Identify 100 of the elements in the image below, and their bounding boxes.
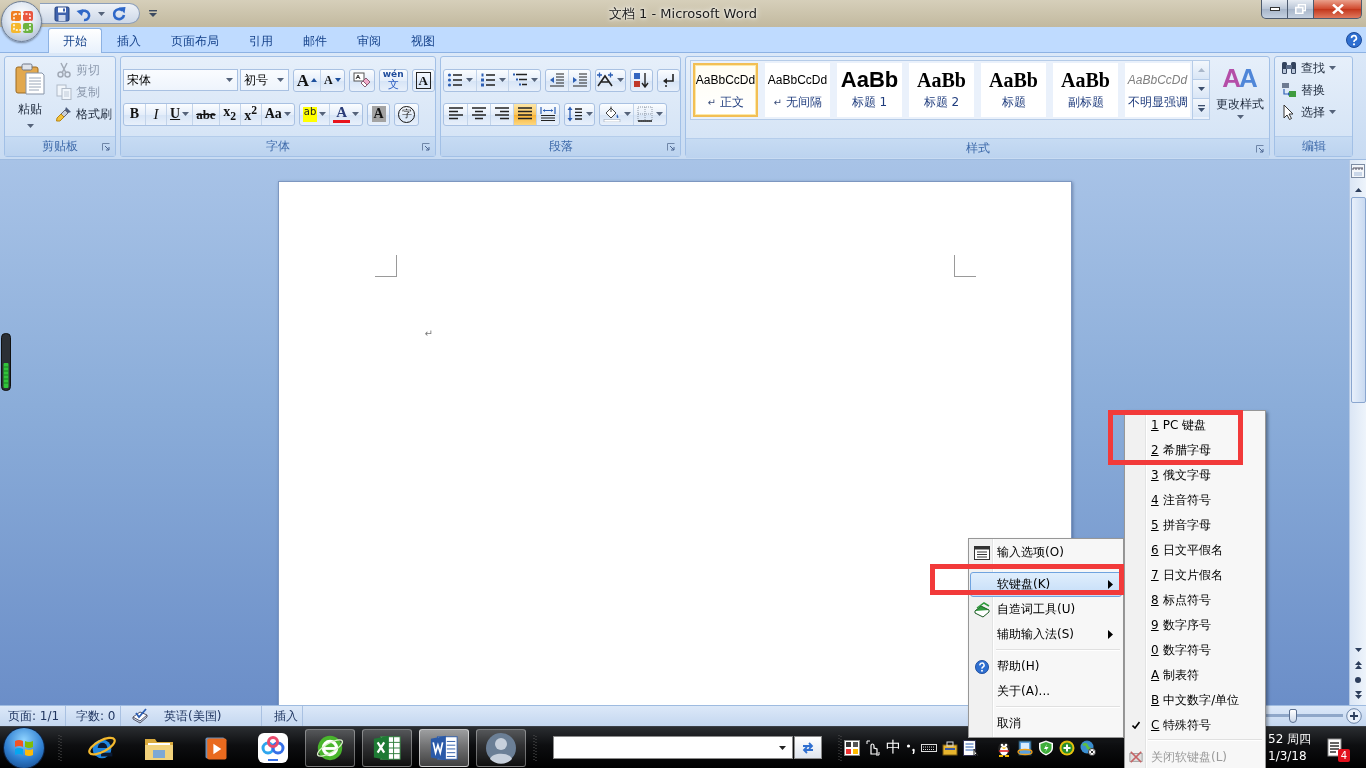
ime-mode-indicator[interactable]: 中	[886, 738, 901, 757]
ruler-toggle-icon[interactable]	[1351, 164, 1365, 178]
shrink-font-button[interactable]: A	[320, 69, 344, 91]
replace-button[interactable]: 替换	[1279, 79, 1352, 101]
menu-item[interactable]: 0 数字符号	[1126, 642, 1211, 657]
style-item[interactable]: AaBb 标题 1	[837, 63, 902, 117]
character-border-button[interactable]: A	[411, 68, 435, 92]
menu-item[interactable]: 4 注音符号	[1126, 492, 1211, 507]
borders-button[interactable]	[633, 103, 666, 125]
menu-item[interactable]: 8 标点符号	[1126, 592, 1211, 607]
menu-window-icon[interactable]	[963, 739, 979, 756]
ime-logo-icon[interactable]	[844, 739, 860, 756]
select-button[interactable]: 选择	[1279, 101, 1352, 123]
font-name-field[interactable]: 宋体	[123, 69, 238, 91]
save-icon[interactable]	[54, 5, 70, 22]
style-item[interactable]: AaBb 标题 2	[909, 63, 974, 117]
menu-item[interactable]: 2 希腊字母	[1126, 442, 1211, 457]
menu-item[interactable]: 辅助输入法(S)	[970, 622, 1122, 647]
spellcheck-book-icon[interactable]	[131, 708, 149, 724]
dialog-launcher-icon[interactable]	[422, 142, 430, 151]
dialog-launcher-icon[interactable]	[102, 142, 110, 151]
keyboard-icon[interactable]	[921, 742, 937, 753]
redo-icon[interactable]	[111, 5, 127, 22]
superscript-button[interactable]: x$^{2}$	[239, 103, 261, 125]
caret-icon[interactable]	[779, 745, 786, 750]
scroll-down-button[interactable]	[1193, 80, 1209, 99]
plus-circle-icon[interactable]	[1059, 739, 1075, 756]
change-styles-button[interactable]: AA 更改样式	[1212, 60, 1268, 138]
zoom-slider-thumb[interactable]	[1289, 709, 1297, 723]
ribbon-tab[interactable]: 引用	[234, 28, 288, 53]
dialog-launcher-icon[interactable]	[667, 142, 675, 151]
address-field[interactable]	[553, 736, 793, 759]
more-styles-button[interactable]	[1193, 99, 1209, 117]
menu-item[interactable]: 7 日文片假名	[1126, 567, 1223, 582]
subscript-button[interactable]: x$_{2}$	[218, 103, 240, 125]
show-hide-marks-button[interactable]	[657, 68, 680, 92]
menu-item[interactable]: A 制表符	[1126, 667, 1200, 682]
strikethrough-button[interactable]: abe	[192, 103, 219, 125]
highlight-button[interactable]: ab	[299, 103, 330, 125]
multilevel-list-button[interactable]	[508, 69, 540, 91]
menu-item[interactable]: 6 日文平假名	[1126, 542, 1223, 557]
customize-caret-icon[interactable]	[149, 10, 157, 17]
line-spacing-button[interactable]	[564, 102, 595, 126]
start-button[interactable]	[4, 727, 44, 768]
taskbar-button[interactable]	[475, 728, 526, 767]
clear-formatting-button[interactable]	[348, 68, 375, 92]
bold-button[interactable]: B	[124, 103, 145, 125]
menu-item[interactable]: 输入选项(O)	[970, 540, 1122, 565]
chinese-layout-button[interactable]	[595, 68, 626, 92]
help-icon[interactable]	[1346, 31, 1362, 48]
taskbar-button[interactable]	[361, 728, 412, 767]
ribbon-tab[interactable]: 页面布局	[156, 28, 234, 53]
enclose-character-button[interactable]: 字	[394, 102, 420, 126]
menu-item[interactable]: 3 俄文字母	[1126, 467, 1211, 482]
phonetic-guide-button[interactable]: wén 文	[378, 68, 408, 92]
ribbon-tab[interactable]: 视图	[396, 28, 450, 53]
dialog-launcher-icon[interactable]	[1256, 144, 1264, 153]
style-item[interactable]: AaBbCcDd ↵ 无间隔	[765, 63, 830, 117]
ribbon-tab[interactable]: 邮件	[288, 28, 342, 53]
scrollbar-thumb[interactable]	[1350, 197, 1366, 403]
shield-icon[interactable]	[1038, 739, 1054, 756]
toolbox-icon[interactable]	[942, 739, 958, 756]
action-center-icon[interactable]	[1327, 737, 1345, 758]
hand-pointer-icon[interactable]	[865, 739, 881, 756]
minimize-button[interactable]	[1261, 0, 1288, 19]
menu-item[interactable]: 自造词工具(U)	[970, 597, 1122, 622]
style-item[interactable]: AaBbCcDd 不明显强调	[1125, 63, 1190, 117]
ribbon-tab[interactable]: 开始	[48, 28, 102, 53]
underline-button[interactable]: U	[166, 103, 193, 125]
menu-item[interactable]: C 特殊符号	[1126, 717, 1212, 732]
style-item[interactable]: AaBb 标题	[981, 63, 1046, 117]
menu-item[interactable]: 5 拼音字母	[1126, 517, 1211, 532]
sort-button[interactable]	[629, 68, 654, 92]
taskbar-button[interactable]	[418, 728, 469, 767]
clock-time[interactable]: 52 周四	[1268, 731, 1312, 747]
find-button[interactable]: 查找	[1279, 57, 1352, 79]
format-painter-button[interactable]: 格式刷	[54, 103, 114, 125]
punctuation-mode-icon[interactable]	[906, 741, 916, 754]
character-shading-button[interactable]: A	[367, 102, 391, 126]
go-button[interactable]	[794, 736, 822, 759]
clock-date[interactable]: 1/3/18	[1268, 748, 1307, 764]
zoom-in-icon[interactable]	[1346, 708, 1362, 724]
italic-button[interactable]: I	[145, 103, 166, 125]
grow-font-button[interactable]: A	[293, 69, 321, 91]
restore-button[interactable]	[1288, 0, 1314, 19]
globe-icon[interactable]	[1080, 739, 1096, 756]
menu-item[interactable]: 1 PC 键盘	[1126, 417, 1207, 432]
menu-item[interactable]: 帮助(H)	[970, 654, 1122, 679]
menu-item[interactable]: 关于(A)...	[970, 679, 1122, 704]
change-case-button[interactable]: Aa	[260, 103, 294, 125]
taskbar-button[interactable]	[304, 728, 355, 767]
menu-item[interactable]: 9 数字序号	[1126, 617, 1211, 632]
font-size-field[interactable]: 初号	[239, 69, 289, 91]
distributed-button[interactable]	[536, 103, 559, 125]
justify-button[interactable]	[513, 103, 536, 125]
close-button[interactable]	[1314, 0, 1362, 19]
menu-item[interactable]: B 中文数字/单位	[1126, 692, 1240, 707]
increase-indent-button[interactable]	[568, 69, 590, 91]
ribbon-tab[interactable]: 审阅	[342, 28, 396, 53]
ribbon-tab[interactable]: 插入	[102, 28, 156, 53]
